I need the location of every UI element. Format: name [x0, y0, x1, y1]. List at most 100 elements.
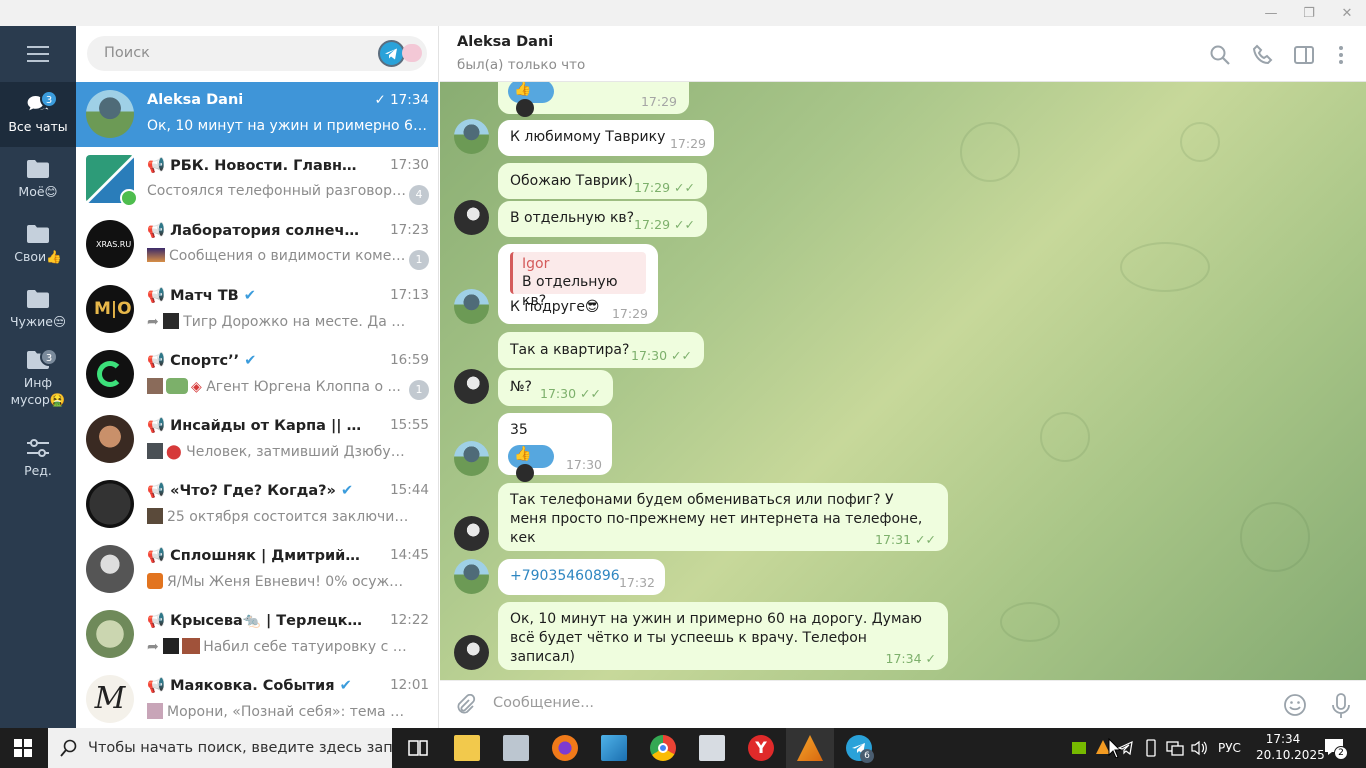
megaphone-icon: 📢 [147, 353, 171, 369]
avatar [86, 480, 134, 528]
nvidia-icon[interactable] [1072, 728, 1086, 768]
chat-title[interactable]: Aleksa Dani [457, 34, 553, 50]
notepad-icon[interactable] [601, 735, 627, 761]
chat-item-mayakovka[interactable]: M 📢 Маяковка. События ✔ 12:01 Морони, «П… [76, 667, 438, 728]
message-bubble[interactable]: Так телефонами будем обмениваться или по… [498, 483, 948, 551]
sender-avatar[interactable] [454, 369, 489, 404]
chat-item-aleksa-dani[interactable]: Aleksa Dani ✓ 17:34 Ок, 10 минут на ужин… [76, 82, 438, 147]
telegram-tray-icon[interactable] [1117, 728, 1136, 768]
chrome-icon[interactable] [650, 735, 676, 761]
search-input[interactable]: Поиск [87, 36, 427, 71]
notifications-icon[interactable]: 2 [1324, 738, 1348, 760]
message-bubble[interactable]: К любимому Таврику 17:29 [498, 120, 714, 156]
message-text: Ок, 10 минут на ужин и примерно 60 на до… [510, 611, 922, 665]
message-bubble[interactable]: Ок, 10 минут на ужин и примерно 60 на до… [498, 602, 948, 670]
sender-avatar[interactable] [454, 516, 489, 551]
language-indicator[interactable]: РУС [1218, 728, 1244, 768]
more-vertical-icon[interactable] [1330, 44, 1352, 66]
chat-item-match-tv[interactable]: M|O 📢 Матч ТВ ✔ 17:13 ➦ Тигр Дорожко на … [76, 277, 438, 342]
message-bubble[interactable]: Так а квартира? 17:30 ✓✓ [498, 332, 704, 368]
task-view-icon[interactable] [405, 735, 431, 761]
sender-avatar[interactable] [454, 635, 489, 670]
megaphone-icon: 📢 [147, 483, 171, 499]
verified-icon: ✔ [244, 353, 257, 369]
reply-quote[interactable]: Igor В отдельную кв? [510, 252, 646, 309]
sender-avatar[interactable] [454, 441, 489, 476]
taskbar-active-app[interactable] [786, 728, 834, 768]
volume-icon[interactable] [1190, 728, 1208, 768]
taskbar-clock[interactable]: 17:34 20.10.2025 [1256, 731, 1325, 765]
chat-item-solar-lab[interactable]: XRAS.RU 📢 Лаборатория солнечной аст... 1… [76, 212, 438, 277]
telegram-taskbar-icon[interactable]: 6 [846, 735, 874, 763]
attach-icon[interactable] [454, 693, 476, 716]
chat-time: 17:23 [390, 222, 429, 238]
chat-preview: ➦ Тигр Дорожко на месте. Да Кост... [147, 313, 409, 330]
chat-name: 📢 Крысева🐀 | Терлецкий [147, 613, 362, 629]
chat-list: Поиск Aleksa Dani ✓ 17:34 Ок, 10 минут н… [76, 26, 439, 728]
phone-icon[interactable] [1252, 44, 1274, 66]
network-icon[interactable] [1166, 728, 1184, 768]
taskbar-search-input[interactable]: Чтобы начать поиск, введите здесь запрос [48, 728, 392, 768]
double-check-icon: ✓✓ [915, 532, 936, 547]
message-input[interactable]: Сообщение... [493, 695, 594, 711]
chat-item-kryseva[interactable]: 📢 Крысева🐀 | Терлецкий 12:22 ➦ Набил себ… [76, 602, 438, 667]
chat-item-rbc[interactable]: 📢 РБК. Новости. Главное ✔ 17:30 Состоялс… [76, 147, 438, 212]
sidebar-toggle-icon[interactable] [1293, 44, 1315, 66]
sender-avatar[interactable] [454, 200, 489, 235]
message-bubble[interactable]: Igor В отдельную кв? К подруге😎 17:29 [498, 244, 658, 324]
pattern-doodle [1240, 502, 1310, 572]
message-bubble[interactable]: В отдельную кв? 17:29 ✓✓ [498, 201, 707, 237]
firefox-icon[interactable] [552, 735, 578, 761]
sports-logo [97, 361, 123, 387]
chat-header[interactable]: Aleksa Dani был(а) только что [440, 26, 1366, 82]
message-time: 17:34 ✓ [885, 651, 937, 666]
usb-icon[interactable] [1145, 728, 1159, 768]
live-badge-icon [120, 189, 138, 207]
close-button[interactable]: ✕ [1328, 0, 1366, 26]
folder-inf-musor[interactable]: 3 Инф мусор🤮 [0, 342, 76, 416]
chat-item-sploshnyak[interactable]: 📢 Сплошняк | Дмитрий Шнякин 14:45 Я/Мы Ж… [76, 537, 438, 602]
reaction-pill[interactable]: 👍 [508, 82, 554, 117]
chat-time: 12:01 [390, 677, 429, 693]
restore-button[interactable]: ❐ [1290, 0, 1328, 26]
verified-icon: ✔ [243, 288, 256, 304]
message-bubble[interactable]: +79035460896 17:32 [498, 559, 665, 595]
chat-item-sports[interactable]: 📢 Спортс’’ ✔ 16:59 ◈ Агент Юргена Клоппа… [76, 342, 438, 407]
search-icon[interactable] [1209, 44, 1231, 66]
message-area[interactable]: 👍 17:29 К любимому Таврику 17:29 Обожаю … [440, 82, 1366, 680]
folder-chuzhie[interactable]: Чужие😒 [0, 277, 76, 342]
file-explorer-icon[interactable] [454, 735, 480, 761]
reaction-pill[interactable]: 👍 [508, 445, 554, 482]
folder-all-chats[interactable]: 3 Все чаты [0, 82, 76, 147]
message-bubble[interactable]: Обожаю Таврик) 17:29 ✓✓ [498, 163, 707, 199]
sender-avatar[interactable] [454, 119, 489, 154]
microphone-icon[interactable] [1331, 693, 1351, 719]
message-bubble[interactable]: №? 17:30 ✓✓ [498, 370, 613, 406]
avatar: XRAS.RU [86, 220, 134, 268]
calculator-icon[interactable] [699, 735, 725, 761]
windows-start-icon[interactable] [14, 739, 32, 757]
chat-preview: Я/Мы Женя Евневич! 0% осуждения... [147, 573, 409, 590]
chat-item-karp-insides[interactable]: 📢 Инсайды от Карпа || Иван К... 15:55 ⬤ … [76, 407, 438, 472]
yandex-browser-icon[interactable]: Y [748, 735, 774, 761]
message-text: В отдельную кв? [510, 210, 635, 226]
emoji-icon[interactable] [1283, 693, 1307, 717]
sender-avatar[interactable] [454, 289, 489, 324]
chat-item-chgk[interactable]: 📢 «Что? Где? Когда?» ✔ 15:44 25 октября … [76, 472, 438, 537]
message-bubble[interactable]: 35 👍 17:30 [498, 413, 612, 482]
story-avatar-icon[interactable] [402, 44, 422, 62]
telegram-logo-icon[interactable] [378, 40, 405, 67]
message-bubble[interactable]: 👍 17:29 [498, 82, 689, 117]
frog-sticker-icon [166, 378, 188, 394]
folder-svoi[interactable]: Свои👍 [0, 212, 76, 277]
phone-number-link[interactable]: +79035460896 [510, 567, 620, 586]
reactor-avatar [516, 99, 534, 117]
photos-icon[interactable] [503, 735, 529, 761]
menu-icon[interactable] [27, 46, 49, 62]
last-seen-status: был(а) только что [457, 57, 586, 73]
folder-moe[interactable]: Моё😊 [0, 147, 76, 212]
folder-edit[interactable]: Ред. [0, 426, 76, 491]
minimize-button[interactable]: — [1252, 0, 1290, 26]
sender-avatar[interactable] [454, 559, 489, 594]
message-time: 17:30 ✓✓ [540, 386, 601, 401]
